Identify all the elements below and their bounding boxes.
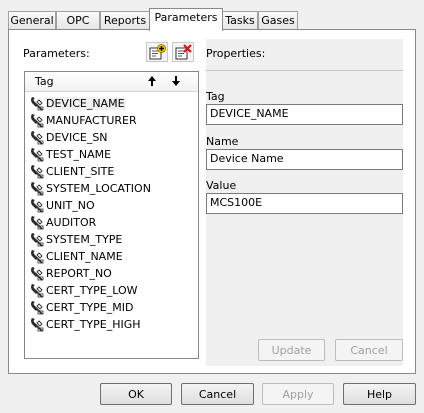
tag-field[interactable]: DEVICE_NAME	[206, 104, 403, 125]
list-item-label: AUDITOR	[46, 216, 97, 229]
parameters-label: Parameters:	[23, 47, 90, 60]
properties-pane: Properties: Tag DEVICE_NAME Name Device …	[206, 39, 403, 366]
remove-parameter-icon	[175, 44, 192, 60]
name-label: Name	[206, 135, 239, 148]
value-label: Value	[206, 179, 237, 192]
list-item[interactable]: TEST_NAME	[27, 146, 195, 163]
column-header-tag[interactable]: Tag	[35, 75, 54, 88]
tab-parameters[interactable]: Parameters	[149, 8, 223, 31]
update-button[interactable]: Update	[258, 339, 325, 361]
list-item-label: CLIENT_SITE	[46, 165, 115, 178]
help-button[interactable]: Help	[343, 383, 416, 405]
list-item[interactable]: MANUFACTURER	[27, 112, 195, 129]
tag-label: Tag	[206, 90, 225, 103]
list-item[interactable]: DEVICE_SN	[27, 129, 195, 146]
list-item-label: CERT_TYPE_MID	[46, 301, 134, 314]
list-item[interactable]: CERT_TYPE_HIGH	[27, 316, 195, 333]
properties-label: Properties:	[206, 47, 266, 60]
list-item[interactable]: CERT_TYPE_LOW	[27, 282, 195, 299]
list-item-label: SYSTEM_TYPE	[46, 233, 123, 246]
list-item-label: CERT_TYPE_LOW	[46, 284, 138, 297]
parameters-panel: Parameters: Tag DEVICE_NAME MANUFACTURER	[8, 29, 416, 374]
list-item-label: TEST_NAME	[46, 148, 112, 161]
arrow-up-icon[interactable]	[147, 75, 157, 90]
list-item[interactable]: CLIENT_NAME	[27, 248, 195, 265]
tab-reports[interactable]: Reports	[100, 11, 150, 29]
list-item[interactable]: SYSTEM_LOCATION	[27, 180, 195, 197]
name-field[interactable]: Device Name	[206, 149, 403, 170]
list-item-label: MANUFACTURER	[46, 114, 137, 127]
add-parameter-button[interactable]	[146, 42, 168, 62]
properties-cancel-button[interactable]: Cancel	[335, 339, 403, 361]
properties-separator	[206, 70, 403, 71]
list-item-label: CERT_TYPE_HIGH	[46, 318, 141, 331]
list-item[interactable]: CLIENT_SITE	[27, 163, 195, 180]
list-item[interactable]: UNIT_NO	[27, 197, 195, 214]
list-item-label: CLIENT_NAME	[46, 250, 123, 263]
arrow-down-icon[interactable]	[171, 75, 181, 90]
list-item-label: UNIT_NO	[46, 199, 95, 212]
list-item[interactable]: SYSTEM_TYPE	[27, 231, 195, 248]
remove-parameter-button[interactable]	[172, 42, 194, 62]
list-item-label: SYSTEM_LOCATION	[46, 182, 151, 195]
value-field[interactable]: MCS100E	[206, 193, 403, 214]
parameter-list[interactable]: Tag DEVICE_NAME MANUFACTURER DEVICE_SN TEST…	[24, 71, 199, 359]
list-item-label: DEVICE_NAME	[45, 97, 126, 110]
cancel-button[interactable]: Cancel	[181, 383, 254, 405]
list-item[interactable]: REPORT_NO	[27, 265, 195, 282]
ok-button[interactable]: OK	[100, 383, 172, 405]
tab-opc[interactable]: OPC	[56, 11, 100, 29]
tab-general[interactable]: General	[8, 11, 56, 29]
list-item[interactable]: CERT_TYPE_MID	[27, 299, 195, 316]
add-parameter-icon	[149, 44, 166, 60]
tab-tasks[interactable]: Tasks	[222, 11, 258, 29]
apply-button[interactable]: Apply	[262, 383, 334, 405]
parameter-tag-icon	[29, 316, 45, 335]
list-item[interactable]: AUDITOR	[27, 214, 195, 231]
list-item-label: REPORT_NO	[46, 267, 112, 280]
list-header[interactable]: Tag	[25, 72, 198, 92]
tab-gases[interactable]: Gases	[258, 11, 298, 29]
list-item-label: DEVICE_SN	[46, 131, 108, 144]
list-item[interactable]: DEVICE_NAME	[27, 95, 195, 112]
